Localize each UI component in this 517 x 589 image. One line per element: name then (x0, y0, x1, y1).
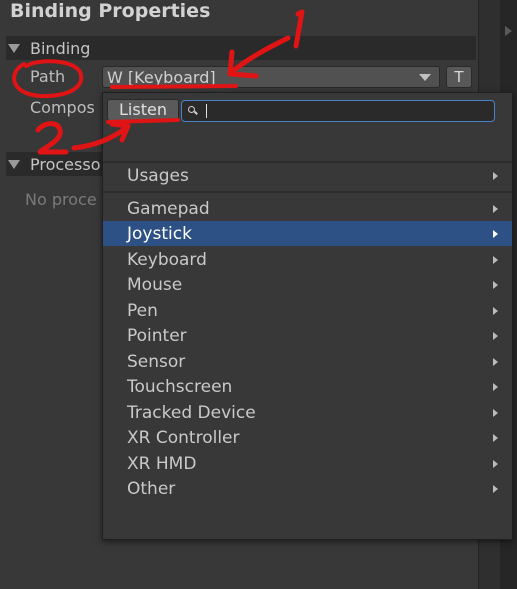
menu-item-label: Mouse (127, 274, 183, 295)
menu-item-label: Sensor (127, 351, 186, 372)
binding-foldout[interactable]: Binding (6, 36, 476, 60)
chevron-down-icon (419, 73, 431, 81)
processors-section-label: Processo (30, 154, 101, 174)
menu-item-label: Touchscreen (127, 376, 233, 397)
submenu-arrow-icon (493, 433, 498, 442)
submenu-arrow-icon (493, 280, 498, 289)
expand-arrow-icon[interactable] (505, 26, 512, 36)
menu-item-xr-hmd[interactable]: XR HMD (103, 451, 512, 476)
listen-button[interactable]: Listen (107, 99, 179, 121)
menu-item-mouse[interactable]: Mouse (103, 272, 512, 297)
menu-item-label: Keyboard (127, 249, 207, 270)
menu-item-xr-controller[interactable]: XR Controller (103, 425, 512, 450)
mark-2-stroke (35, 121, 69, 155)
menu-item-other[interactable]: Other (103, 476, 512, 501)
menu-item-label: Pointer (127, 325, 187, 346)
submenu-arrow-icon (493, 171, 498, 180)
submenu-arrow-icon (493, 204, 498, 213)
menu-item-label: Gamepad (127, 198, 210, 219)
menu-item-keyboard[interactable]: Keyboard (103, 247, 512, 272)
text-caret (206, 104, 207, 118)
binding-section-label: Binding (30, 38, 91, 58)
menu-item-label: XR HMD (127, 453, 197, 474)
menu-item-label: Joystick (127, 223, 192, 244)
submenu-arrow-icon (493, 229, 498, 238)
menu-item-label: Other (127, 478, 176, 499)
menu-item-gamepad[interactable]: Gamepad (103, 196, 512, 221)
search-icon (186, 104, 200, 118)
menu-item-sensor[interactable]: Sensor (103, 349, 512, 374)
composite-label: Compos (30, 98, 95, 117)
menu-item-tracked-device[interactable]: Tracked Device (103, 400, 512, 425)
menu-item-pointer[interactable]: Pointer (103, 323, 512, 348)
submenu-arrow-icon (493, 255, 498, 264)
panel-title: Binding Properties (10, 0, 211, 22)
submenu-arrow-icon (493, 459, 498, 468)
menu-item-label: Usages (127, 165, 189, 186)
submenu-arrow-icon (493, 484, 498, 493)
path-value: W [Keyboard] (107, 67, 216, 87)
path-dropdown[interactable]: W [Keyboard] (102, 66, 440, 88)
binding-properties-window: Binding Properties Binding Path W [Keybo… (0, 0, 517, 589)
menu-separator (103, 191, 512, 193)
menu-item-label: Pen (127, 300, 158, 321)
control-picker-popup: Listen Usages Gamepad Joystick Keyboard (102, 92, 513, 540)
text-mode-button[interactable]: T (446, 66, 472, 88)
menu-item-pen[interactable]: Pen (103, 298, 512, 323)
search-field[interactable] (181, 100, 495, 122)
no-processors-text: No proce (25, 190, 97, 209)
submenu-arrow-icon (493, 331, 498, 340)
foldout-arrow-icon[interactable] (8, 159, 20, 169)
menu-item-touchscreen[interactable]: Touchscreen (103, 374, 512, 399)
submenu-arrow-icon (493, 357, 498, 366)
menu-item-label: Tracked Device (127, 402, 256, 423)
foldout-arrow-icon[interactable] (8, 43, 20, 53)
submenu-arrow-icon (493, 382, 498, 391)
menu-item-label: XR Controller (127, 427, 240, 448)
menu-item-joystick[interactable]: Joystick (103, 221, 512, 246)
path-label: Path (30, 67, 66, 86)
menu-item-usages[interactable]: Usages (103, 163, 512, 188)
submenu-arrow-icon (493, 306, 498, 315)
submenu-arrow-icon (493, 408, 498, 417)
